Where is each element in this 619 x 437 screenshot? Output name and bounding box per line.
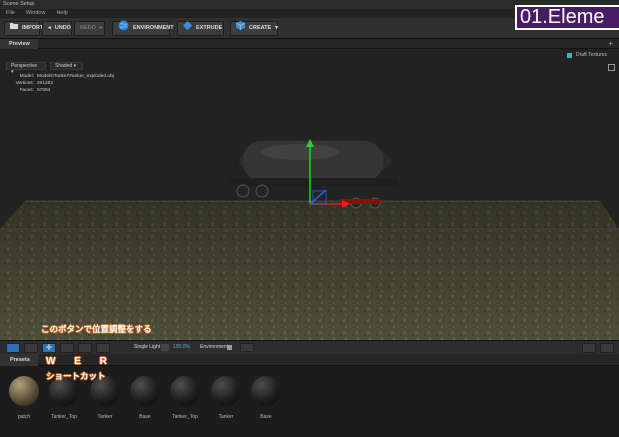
tab-presets[interactable]: Presets	[0, 354, 38, 366]
add-panel-icon[interactable]: +	[608, 39, 613, 49]
annotation-caption: このボタンで位置調整をする	[41, 324, 152, 334]
camera-button[interactable]	[6, 343, 20, 353]
scene-render	[0, 139, 619, 340]
light-label: Single Light	[134, 344, 161, 350]
preset-item[interactable]: Tanker	[88, 376, 122, 420]
preset-item[interactable]: Tanker_Top	[168, 376, 202, 420]
diamond-icon	[183, 21, 192, 36]
environment-icon[interactable]	[227, 345, 232, 350]
reset-view-button[interactable]	[582, 343, 596, 353]
environment-label: Environment	[200, 344, 229, 350]
redo-label: REDO	[80, 25, 96, 31]
overlay-heading: 01.Eleme	[515, 5, 619, 30]
environment-button[interactable]: ENVIRONMENT	[112, 20, 174, 37]
undo-label: UNDO	[54, 25, 71, 31]
material-ball	[9, 376, 39, 406]
menu-window[interactable]: Window	[26, 9, 46, 18]
preset-item[interactable]: Base	[128, 376, 162, 420]
redo-button[interactable]: REDO ▸	[74, 21, 105, 36]
material-ball	[251, 376, 281, 406]
annotation-shortcut: ショートカット	[46, 371, 106, 381]
chevron-down-icon: ▾	[275, 25, 278, 31]
transform-toolbar: ✛ Single Light 100.0% Environment	[0, 340, 619, 354]
arrow-left-icon: ◂	[48, 25, 51, 31]
light-dropdown[interactable]	[161, 344, 169, 351]
preset-label: Tanker_Top	[172, 414, 198, 420]
preset-label: patch	[17, 414, 31, 420]
menu-file[interactable]: File	[6, 9, 15, 18]
preset-label: Tanker	[97, 414, 113, 420]
preset-item[interactable]: Tanker	[209, 376, 243, 420]
screen-button[interactable]	[600, 343, 614, 353]
tab-preview[interactable]: Preview	[0, 39, 38, 49]
import-button[interactable]: IMPORT	[4, 21, 44, 36]
extrude-label: EXTRUDE	[196, 25, 223, 31]
environment-label: ENVIRONMENT	[133, 25, 174, 31]
arrow-right-icon: ▸	[99, 25, 103, 31]
preview-viewport[interactable]: Draft Textures Perspective ▾ Shaded ▾ Mo…	[0, 49, 619, 340]
material-ball	[130, 376, 160, 406]
select-tool-button[interactable]	[24, 343, 38, 353]
preset-item[interactable]: Tanker_Top	[47, 376, 81, 420]
scale-tool-button[interactable]	[78, 343, 92, 353]
material-ball	[170, 376, 200, 406]
preset-item[interactable]: Base	[249, 376, 283, 420]
menu-help[interactable]: Help	[56, 9, 67, 18]
extrude-button[interactable]: EXTRUDE	[177, 21, 224, 36]
preset-item[interactable]: patch	[7, 376, 41, 420]
import-label: IMPORT	[22, 25, 44, 31]
preset-label: Tanker	[218, 414, 234, 420]
pivot-tool-button[interactable]	[96, 343, 110, 353]
rotate-tool-button[interactable]	[60, 343, 74, 353]
globe-icon	[118, 20, 129, 37]
annotation-keys: W E R	[46, 356, 115, 367]
create-button[interactable]: CREATE ▾	[230, 21, 278, 36]
environment-toggle[interactable]	[240, 343, 254, 352]
preset-label: Tanker_Top	[51, 414, 77, 420]
panel-tabbar: Preview +	[0, 39, 619, 49]
move-icon: ✛	[45, 343, 53, 352]
material-ball	[211, 376, 241, 406]
preset-label: Base	[139, 414, 151, 420]
undo-button[interactable]: ◂ UNDO	[42, 21, 72, 36]
light-value[interactable]: 100.0%	[173, 344, 190, 350]
create-label: CREATE	[249, 25, 272, 31]
cube-icon	[235, 21, 246, 36]
folder-icon	[10, 22, 18, 35]
move-tool-button[interactable]: ✛	[42, 343, 56, 353]
preset-label: Base	[260, 414, 272, 420]
